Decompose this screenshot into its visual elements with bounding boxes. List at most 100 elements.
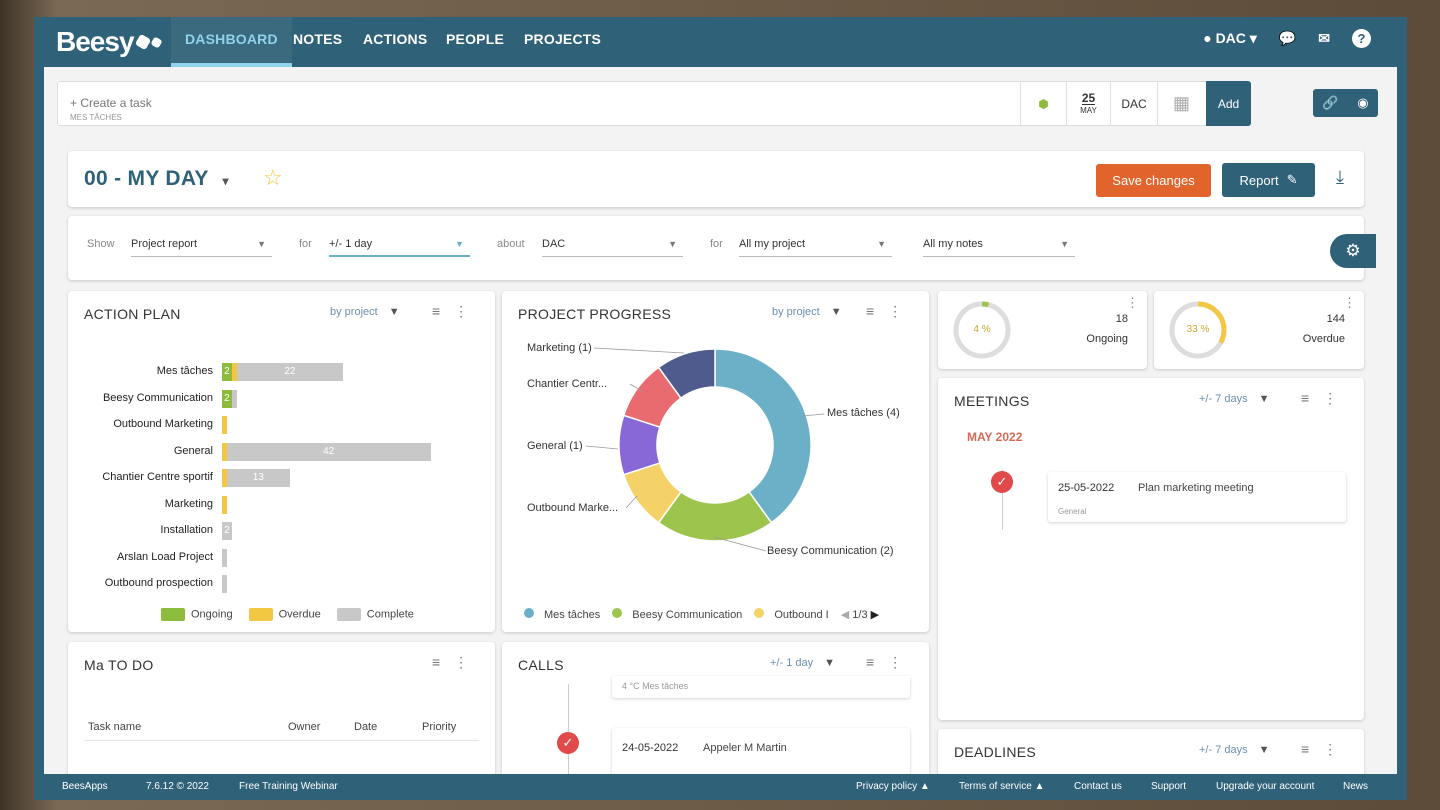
settings-gear-icon[interactable]: ⚙ <box>1330 234 1376 268</box>
chevron-down-icon[interactable]: ▾ <box>222 174 228 188</box>
drop-icon[interactable]: ◉ <box>1357 95 1368 111</box>
create-task-bar[interactable]: + Create a task MES TÂCHES ⬢ 25 MAY DAC … <box>57 81 1251 126</box>
more-icon[interactable]: ⋮ <box>1323 390 1351 406</box>
create-task-input[interactable]: + Create a task <box>70 96 152 110</box>
card-tools: ≡⋮ <box>432 303 482 320</box>
col-date[interactable]: Date <box>354 721 377 733</box>
project-progress-legend: Mes tâches Beesy Communication Outbound … <box>524 608 879 621</box>
bar-complete[interactable] <box>222 548 227 567</box>
owner-picker[interactable]: DAC <box>1110 82 1157 125</box>
meeting-name: Plan marketing meeting <box>1138 482 1254 494</box>
bar-category-label: Outbound Marketing <box>113 418 213 430</box>
board-icon[interactable]: ▦ <box>1157 82 1205 125</box>
legend-pager: ◀ 1/3 ▶ <box>841 608 879 621</box>
kpi-pct: 4 % <box>973 324 991 335</box>
footer-contact-link[interactable]: Contact us <box>1074 781 1122 792</box>
bar-complete[interactable]: 2 <box>222 522 232 540</box>
download-icon[interactable]: ⤓ <box>1336 167 1344 188</box>
more-icon[interactable]: ⋮ <box>1343 295 1356 311</box>
filter-icon[interactable]: ≡ <box>866 654 888 670</box>
legend-item[interactable]: Beesy Communication <box>612 608 742 621</box>
prev-icon[interactable]: ◀ <box>841 609 849 621</box>
legend-item-complete[interactable]: Complete <box>336 608 414 621</box>
bar-complete[interactable] <box>222 575 227 593</box>
calls-range-select[interactable]: +/- 1 day ▼ <box>770 657 835 669</box>
filter-project-value: All my project <box>739 238 806 250</box>
link-icon[interactable]: 🔗 <box>1322 95 1338 111</box>
filter-icon[interactable]: ≡ <box>432 654 454 670</box>
bar-overdue[interactable] <box>222 495 227 514</box>
action-plan-group-select[interactable]: by project ▼ <box>330 306 400 318</box>
filter-notes-select[interactable]: All my notes ▼ <box>923 229 1075 257</box>
filter-icon[interactable]: ≡ <box>1301 390 1323 406</box>
footer-upgrade-link[interactable]: Upgrade your account <box>1216 781 1314 792</box>
filter-show-select[interactable]: Project report ▼ <box>131 229 272 257</box>
col-owner[interactable]: Owner <box>288 721 320 733</box>
deadlines-range-select[interactable]: +/- 7 days ▼ <box>1199 744 1270 756</box>
nav-dashboard[interactable]: DASHBOARD <box>171 17 292 67</box>
legend-item-overdue[interactable]: Overdue <box>248 608 321 621</box>
report-button[interactable]: Report ✎ <box>1222 163 1315 197</box>
chat-icon[interactable]: 💬 <box>1279 30 1296 47</box>
call-item[interactable]: 4 °C Mes tâches <box>612 676 910 698</box>
footer-news-link[interactable]: News <box>1343 781 1368 792</box>
more-icon[interactable]: ⋮ <box>1323 741 1351 757</box>
more-icon[interactable]: ⋮ <box>454 303 482 319</box>
check-icon[interactable]: ✓ <box>557 732 579 754</box>
action-plan-card: ACTION PLAN by project ▼ ≡⋮ Mes tâches 2 2… <box>68 291 495 632</box>
legend-item[interactable]: Outbound I <box>754 608 829 621</box>
meetings-range-select[interactable]: +/- 7 days ▼ <box>1199 393 1270 405</box>
kpi-value: 144 <box>1326 313 1345 325</box>
footer-support-link[interactable]: Support <box>1151 781 1186 792</box>
card-tools: ≡⋮ <box>866 654 916 671</box>
help-icon[interactable]: ? <box>1352 29 1371 48</box>
meeting-item[interactable]: 25-05-2022 Plan marketing meeting Genera… <box>1048 472 1346 522</box>
mail-icon[interactable]: ✉ <box>1318 30 1330 47</box>
more-icon[interactable]: ⋮ <box>454 654 482 670</box>
footer-privacy-link[interactable]: Privacy policy ▲ <box>856 781 930 792</box>
filter-for-select[interactable]: +/- 1 day ▼ <box>329 229 470 257</box>
footer-brand[interactable]: BeesApps <box>62 781 108 792</box>
project-picker[interactable]: ⬢ <box>1020 82 1066 125</box>
bar-category-label: Arslan Load Project <box>117 550 213 563</box>
bar-complete[interactable] <box>231 389 237 408</box>
more-icon[interactable]: ⋮ <box>1126 295 1139 311</box>
filter-icon[interactable]: ≡ <box>432 303 454 319</box>
nav-actions[interactable]: ACTIONS <box>363 17 427 67</box>
calls-range-value: +/- 1 day <box>770 657 814 669</box>
footer-webinar-link[interactable]: Free Training Webinar <box>239 781 338 792</box>
meetings-range-value: +/- 7 days <box>1199 393 1248 405</box>
filter-about-select[interactable]: DAC ▼ <box>542 229 683 257</box>
col-task-name[interactable]: Task name <box>88 721 141 733</box>
action-plan-group-value: by project <box>330 306 378 318</box>
filter-icon[interactable]: ≡ <box>1301 741 1323 757</box>
legend-item-ongoing[interactable]: Ongoing <box>161 608 233 621</box>
bar-category-label: Beesy Communication <box>102 391 213 404</box>
legend-item[interactable]: Mes tâches <box>524 608 600 621</box>
check-icon[interactable]: ✓ <box>991 471 1013 493</box>
col-priority[interactable]: Priority <box>422 721 456 733</box>
filter-project-select[interactable]: All my project ▼ <box>739 229 892 257</box>
nav-people[interactable]: PEOPLE <box>446 17 504 67</box>
date-picker[interactable]: 25 MAY <box>1066 82 1110 125</box>
donut-leader-line <box>585 445 619 450</box>
deadlines-card: DEADLINES +/- 7 days ▼ ≡⋮ <box>938 729 1364 774</box>
next-icon[interactable]: ▶ <box>871 609 879 621</box>
bar-complete[interactable]: 42 <box>226 442 431 461</box>
star-icon[interactable]: ☆ <box>263 165 283 191</box>
user-menu[interactable]: ● DAC ▾ <box>1203 30 1257 47</box>
bar-ongoing[interactable]: 2 <box>222 389 232 408</box>
footer-terms-link[interactable]: Terms of service ▲ <box>959 781 1044 792</box>
bar-ongoing[interactable]: 2 <box>222 363 232 381</box>
bar-complete[interactable]: 13 <box>226 469 290 487</box>
page-title[interactable]: 00 - MY DAY ▾ <box>84 167 229 191</box>
save-changes-button[interactable]: Save changes <box>1096 164 1211 197</box>
add-task-button[interactable]: Add <box>1206 81 1251 126</box>
nav-projects[interactable]: PROJECTS <box>524 17 601 67</box>
bar-overdue[interactable] <box>222 416 227 434</box>
bar-complete[interactable]: 22 <box>236 363 344 381</box>
nav-notes[interactable]: NOTES <box>293 17 342 67</box>
more-icon[interactable]: ⋮ <box>888 654 916 670</box>
call-item[interactable]: 24-05-2022 Appeler M Martin <box>612 728 910 774</box>
donut-slice[interactable] <box>714 348 812 524</box>
